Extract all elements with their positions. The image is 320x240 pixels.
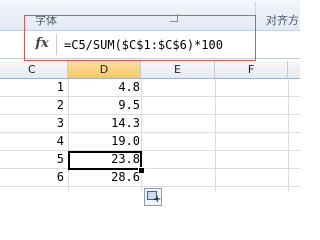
cell-d3[interactable]: 14.3: [70, 115, 140, 132]
cell-d4[interactable]: 19.0: [70, 133, 140, 150]
cell-c3[interactable]: 3: [40, 115, 64, 132]
cell-c1[interactable]: 1: [40, 79, 64, 96]
insert-function-icon[interactable]: fx: [31, 33, 53, 55]
cell-d1[interactable]: 4.8: [70, 79, 140, 96]
font-group-label: 字体: [35, 14, 57, 27]
fill-handle[interactable]: [138, 167, 145, 174]
table-row: 3 14.3: [0, 115, 300, 133]
cell-c6[interactable]: 6: [40, 169, 64, 186]
cell-d6[interactable]: 28.6: [70, 169, 140, 186]
dialog-launcher-icon[interactable]: [170, 14, 178, 22]
formula-bar-divider: [56, 34, 57, 55]
column-header-d[interactable]: D: [68, 61, 141, 78]
cell-grid: 1 4.8 2 9.5 3 14.3 4 19.0 5 23.8 6 28.6: [0, 79, 300, 191]
column-header-e[interactable]: E: [141, 61, 215, 78]
ribbon: 字体 对齐方: [0, 0, 300, 31]
table-row: 5 23.8: [0, 151, 300, 169]
group-divider: [255, 2, 256, 28]
cell-d5[interactable]: 23.8: [70, 151, 140, 168]
table-row: 4 19.0: [0, 133, 300, 151]
column-header-f[interactable]: F: [215, 61, 288, 78]
column-header-c[interactable]: C: [0, 61, 68, 78]
table-row: 6 28.6: [0, 169, 300, 187]
alignment-group-label: 对齐方: [266, 14, 299, 27]
cell-c2[interactable]: 2: [40, 97, 64, 114]
autofill-options-icon[interactable]: +: [144, 188, 162, 206]
table-row: 2 9.5: [0, 97, 300, 115]
column-headers: C D E F: [0, 61, 300, 79]
table-row: 1 4.8: [0, 79, 300, 97]
cell-d2[interactable]: 9.5: [70, 97, 140, 114]
cell-c5[interactable]: 5: [40, 151, 64, 168]
formula-input[interactable]: =C5/SUM($C$1:$C$6)*100: [64, 38, 223, 52]
cell-c4[interactable]: 4: [40, 133, 64, 150]
